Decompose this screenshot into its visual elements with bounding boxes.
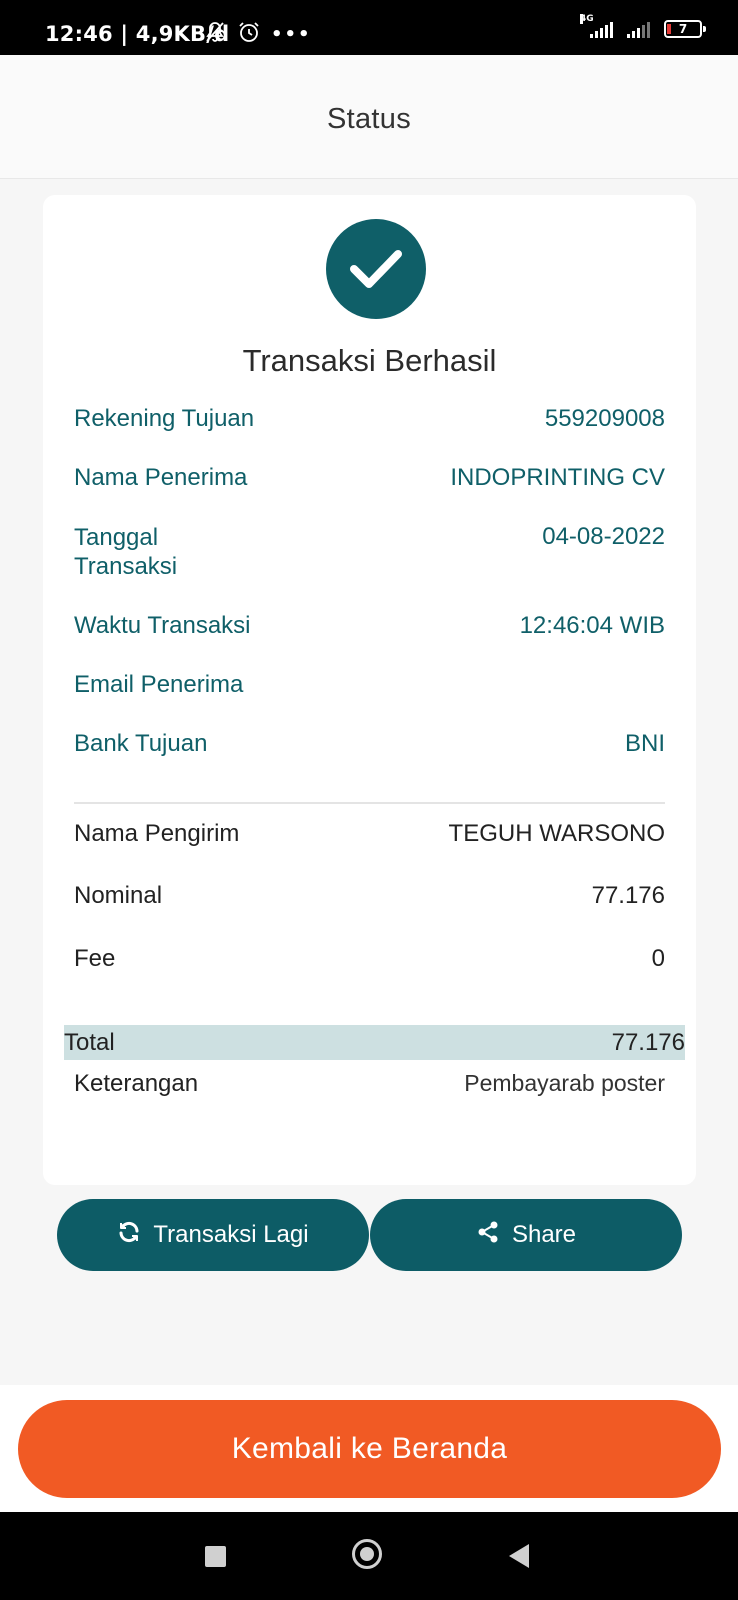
recent-apps-icon[interactable] [205,1546,226,1567]
divider [74,802,665,804]
network-type-text: 4G [580,14,594,24]
transaksi-lagi-label: Transaksi Lagi [153,1221,309,1248]
home-icon[interactable] [352,1539,382,1569]
share-icon [476,1220,500,1251]
battery-level-text: 7 [678,22,688,36]
signal-4g-icon: 4G [580,14,613,38]
detail-value: 12:46:04 WIB [519,612,665,639]
transaction-status-title: Transaksi Berhasil [242,343,497,378]
detail-value: 559209008 [544,405,665,432]
alarm-icon [237,20,261,48]
status-time: 12:46 | 4,9KB/d [45,22,229,46]
detail-row-nama-penerima: Nama Penerima INDOPRINTING CV [74,464,665,492]
share-label: Share [511,1221,577,1248]
detail-value: 04-08-2022 [542,523,665,550]
system-nav-bar [0,1512,738,1600]
summary-row-fee: Fee 0 [74,945,665,973]
summary-label: Nominal [74,882,163,909]
refresh-icon [117,1220,141,1251]
detail-value: BNI [624,730,665,757]
detail-value: INDOPRINTING CV [450,464,665,491]
detail-label: Nama Penerima [74,464,248,491]
detail-row-bank: Bank Tujuan BNI [74,730,665,758]
detail-row-tanggal: Tanggal Transaksi 04-08-2022 [74,523,665,581]
detail-label: Tanggal Transaksi [74,524,178,580]
total-value: 77.176 [611,1028,685,1056]
back-icon[interactable] [509,1544,529,1568]
share-button[interactable]: Share [370,1199,682,1271]
detail-row-waktu: Waktu Transaksi 12:46:04 WIB [74,612,665,640]
detail-label: Email Penerima [74,671,244,698]
total-row: Total 77.176 [64,1025,685,1060]
total-label: Total [64,1028,115,1056]
page-title: Status [326,103,411,135]
summary-label: Fee [74,945,116,972]
note-value: Pembayarab poster [464,1070,665,1096]
summary-row-pengirim: Nama Pengirim TEGUH WARSONO [74,820,665,848]
summary-label: Nama Pengirim [74,820,240,847]
summary-value: 0 [651,945,665,972]
detail-label: Bank Tujuan [74,730,208,757]
battery-icon: 7 [664,20,706,38]
detail-row-rekening: Rekening Tujuan 559209008 [74,405,665,433]
detail-label: Waktu Transaksi [74,612,251,639]
mute-bell-icon [203,20,227,48]
transaksi-lagi-button[interactable]: Transaksi Lagi [57,1199,369,1271]
app-header: Status [0,55,738,179]
summary-value: TEGUH WARSONO [448,820,665,847]
transaction-card: Transaksi Berhasil Rekening Tujuan 55920… [43,195,696,1185]
note-label: Keterangan [74,1070,199,1097]
kembali-ke-beranda-button[interactable]: Kembali ke Beranda [18,1400,721,1498]
summary-row-nominal: Nominal 77.176 [74,882,665,910]
detail-label: Rekening Tujuan [74,405,255,432]
time-text: 12:46 [45,22,113,46]
status-bar: 12:46 | 4,9KB/d ••• 4G 7 [0,0,738,55]
note-row: Keterangan Pembayarab poster [74,1070,665,1098]
summary-value: 77.176 [591,882,665,909]
more-icon: ••• [271,23,312,45]
detail-row-email: Email Penerima [74,671,665,699]
home-button-label: Kembali ke Beranda [231,1432,508,1465]
success-check-icon [326,219,426,319]
signal-sim2-icon [627,20,650,38]
